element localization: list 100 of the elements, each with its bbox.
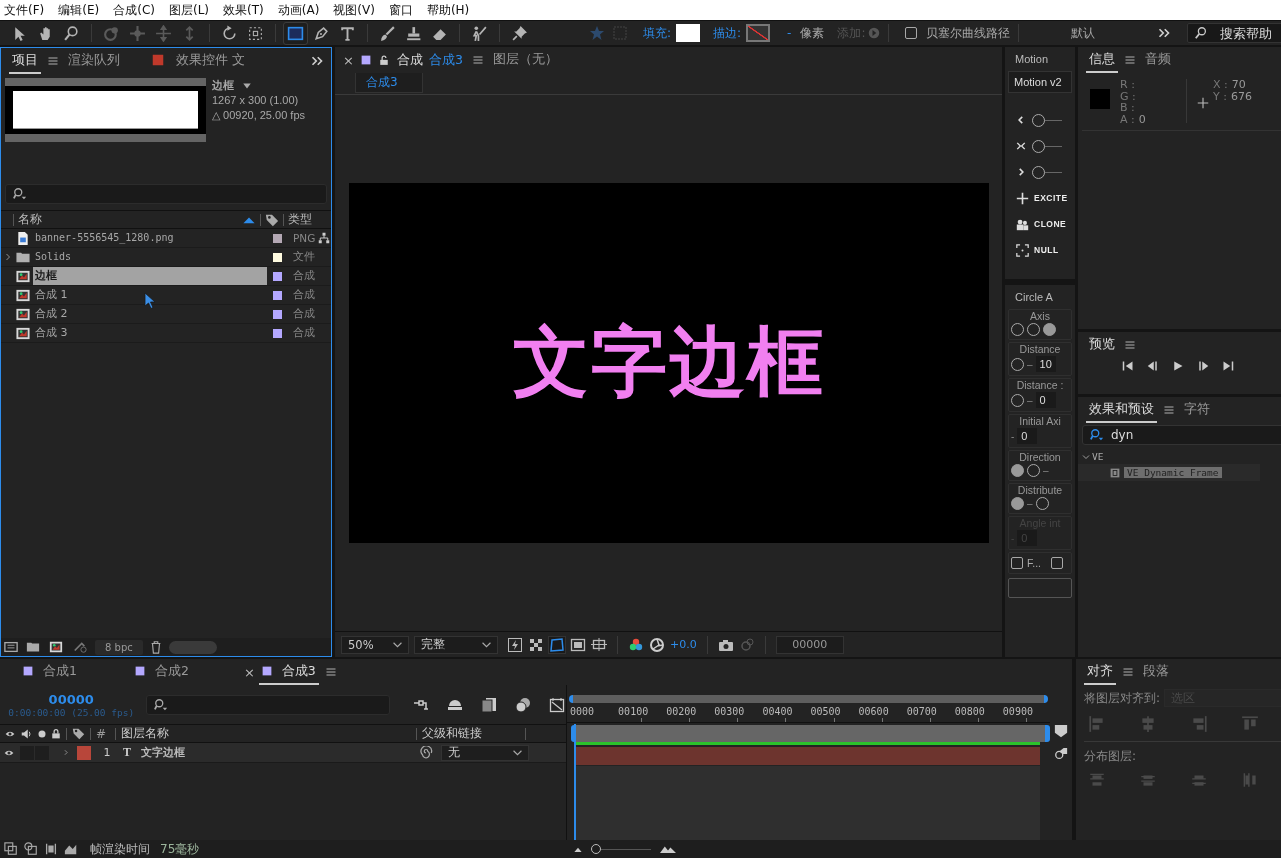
timecode-field[interactable]: 00000 xyxy=(775,635,844,654)
menu-item[interactable]: 效果(T) xyxy=(223,1,278,19)
column-header[interactable]: 名称 xyxy=(18,211,238,228)
exposure-icon[interactable] xyxy=(649,636,665,653)
project-item[interactable]: 合成 2 xyxy=(33,305,267,323)
pick-whip-icon[interactable] xyxy=(419,745,433,760)
speaker-icon[interactable] xyxy=(21,727,33,740)
interpret-footage-icon[interactable] xyxy=(3,640,19,654)
search-field[interactable] xyxy=(5,184,327,204)
slider-thumb[interactable] xyxy=(1032,113,1045,127)
rectangle-tool[interactable] xyxy=(284,22,307,44)
text-field[interactable] xyxy=(1008,578,1072,598)
color-label[interactable] xyxy=(272,328,282,338)
menu-item[interactable]: 动画(A) xyxy=(277,1,334,19)
lock-icon[interactable] xyxy=(51,727,61,740)
column-header[interactable]: 父级和链接 xyxy=(422,725,520,742)
panel-tab[interactable]: Motion xyxy=(1008,47,1072,71)
grid-guide-icon[interactable] xyxy=(591,636,607,653)
more-icon[interactable] xyxy=(1158,27,1171,39)
number-field[interactable]: 0 xyxy=(1035,392,1056,408)
solo-dot-icon[interactable] xyxy=(38,729,46,738)
tab[interactable]: 合成1 xyxy=(20,659,80,685)
radio-button[interactable] xyxy=(1011,464,1024,477)
tab[interactable]: 信息 xyxy=(1086,47,1118,73)
composition-icon[interactable] xyxy=(47,640,65,654)
effect-category[interactable]: VE xyxy=(1092,451,1104,462)
close-button[interactable]: × xyxy=(343,52,354,68)
column-header[interactable]: # xyxy=(96,726,110,741)
tab[interactable]: 项目 xyxy=(9,48,41,74)
menu-icon[interactable] xyxy=(47,55,59,67)
play-icon[interactable] xyxy=(1172,360,1184,372)
more-icon[interactable] xyxy=(311,55,323,67)
tab[interactable]: 字符 xyxy=(1181,397,1213,423)
color-label[interactable] xyxy=(272,271,282,281)
previous-frame-icon[interactable] xyxy=(1147,360,1159,372)
color-label[interactable] xyxy=(272,290,282,300)
safe-area-icon[interactable] xyxy=(570,636,586,653)
menu-icon[interactable] xyxy=(1122,666,1134,678)
workspace-label[interactable]: 默认 xyxy=(1071,24,1096,42)
stroke-width-value[interactable]: - xyxy=(787,26,792,40)
zoom-out-mountain-icon[interactable] xyxy=(573,846,583,852)
layer-switches-icon[interactable] xyxy=(4,842,18,856)
dropdown[interactable]: 完整 xyxy=(414,635,498,654)
panel-tab[interactable]: 预览 xyxy=(1086,332,1118,358)
color-label[interactable] xyxy=(272,252,282,262)
dropdown-caret-icon[interactable] xyxy=(242,81,252,90)
menu-icon[interactable] xyxy=(324,666,337,678)
scrollbar[interactable] xyxy=(168,640,217,654)
project-item[interactable]: 合成 1 xyxy=(33,286,267,304)
stroke-color-swatch[interactable] xyxy=(746,24,771,42)
menu-icon[interactable] xyxy=(471,54,484,66)
project-item[interactable]: banner-5556545_1280.png xyxy=(33,229,267,247)
fast-preview-icon[interactable] xyxy=(507,636,523,653)
checkbox[interactable] xyxy=(1011,557,1023,569)
color-channels-icon[interactable] xyxy=(628,636,644,653)
menu-icon[interactable] xyxy=(1163,404,1175,416)
menu-icon[interactable] xyxy=(1124,54,1136,66)
mask-path-icon[interactable] xyxy=(549,636,565,653)
number-field[interactable]: 0 xyxy=(1017,428,1038,444)
menu-item[interactable]: 窗口 xyxy=(388,1,427,19)
tab[interactable]: 图层（无） xyxy=(489,47,561,73)
slider-thumb[interactable] xyxy=(1032,165,1045,179)
color-label[interactable] xyxy=(77,745,91,760)
tab[interactable]: 合成2 xyxy=(131,659,192,685)
tab[interactable]: 合成 合成3 xyxy=(357,47,466,73)
layer-name[interactable]: 文字边框 xyxy=(141,745,415,760)
parent-dropdown[interactable]: 无 xyxy=(441,744,529,761)
project-item[interactable]: Solids xyxy=(33,248,267,266)
tab[interactable]: 效果和预设 xyxy=(1086,397,1157,423)
slider-thumb[interactable] xyxy=(591,844,601,854)
exposure-value[interactable]: +0.0 xyxy=(670,638,697,651)
last-frame-icon[interactable] xyxy=(1222,360,1234,372)
star-icon[interactable] xyxy=(589,25,605,41)
expand-caret-icon[interactable] xyxy=(63,748,69,757)
menu-item[interactable]: 合成(C) xyxy=(113,1,169,19)
project-item[interactable]: 边框 xyxy=(33,267,267,285)
tab[interactable]: 效果控件 文 xyxy=(149,48,248,74)
search-field[interactable]: 搜索帮助 xyxy=(1187,23,1281,43)
project-item[interactable]: 合成 3 xyxy=(33,324,267,342)
tab[interactable]: 音频 xyxy=(1142,47,1174,73)
frame-blending-icon[interactable] xyxy=(480,696,498,713)
breadcrumb[interactable]: 合成3 xyxy=(355,73,423,93)
current-time[interactable]: 00000 xyxy=(6,691,137,707)
graph-editor-icon[interactable] xyxy=(548,696,566,713)
radio-button[interactable] xyxy=(1043,323,1056,336)
tab[interactable]: 合成3 xyxy=(258,659,319,685)
search-field[interactable]: dyn xyxy=(1082,425,1281,445)
sort-arrow-icon[interactable] xyxy=(242,215,256,224)
script-button[interactable]: EXCITE xyxy=(1008,185,1072,211)
script-button[interactable]: NULL xyxy=(1008,237,1072,263)
tab[interactable]: 渲染队列 xyxy=(65,48,123,74)
in-out-icon[interactable] xyxy=(44,842,58,856)
column-header[interactable]: 图层名称 xyxy=(121,725,411,742)
label-tag-icon[interactable] xyxy=(265,212,279,227)
checkbox[interactable] xyxy=(905,27,918,39)
color-label[interactable] xyxy=(272,233,282,243)
search-text[interactable]: dyn xyxy=(1111,428,1281,442)
folder-icon[interactable] xyxy=(25,640,41,654)
next-frame-icon[interactable] xyxy=(1197,360,1209,372)
column-header[interactable]: 类型 xyxy=(288,211,312,228)
